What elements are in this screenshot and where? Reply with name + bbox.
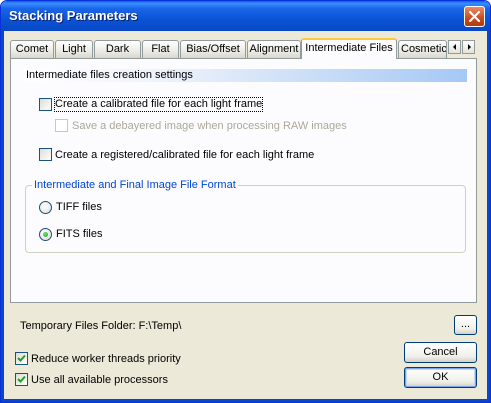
- window-frame-right: [487, 31, 490, 402]
- window-title: Stacking Parameters: [9, 8, 138, 23]
- tab-light[interactable]: Light: [55, 40, 93, 58]
- calibrated-file-checkbox[interactable]: [39, 98, 52, 111]
- section-header: Intermediate files creation settings: [24, 69, 467, 82]
- tab-cosmetic[interactable]: Cosmetic: [398, 40, 447, 58]
- tiff-label[interactable]: TIFF files: [56, 201, 102, 214]
- fits-radio[interactable]: [39, 228, 52, 241]
- use-all-processors-checkbox[interactable]: [15, 373, 28, 386]
- tab-scroll-right-button[interactable]: [462, 40, 475, 54]
- calibrated-file-label[interactable]: Create a calibrated file for each light …: [53, 97, 264, 112]
- file-format-groupbox: [25, 185, 466, 253]
- tab-intermediate-files[interactable]: Intermediate Files: [301, 38, 397, 59]
- cancel-button[interactable]: Cancel: [404, 342, 477, 363]
- tab-flat[interactable]: Flat: [142, 40, 179, 58]
- tab-scroll-left-button[interactable]: [448, 40, 461, 54]
- registered-file-checkbox[interactable]: [39, 148, 52, 161]
- debayered-checkbox: [55, 119, 68, 132]
- tab-dark[interactable]: Dark: [94, 40, 141, 58]
- registered-file-label[interactable]: Create a registered/calibrated file for …: [55, 149, 314, 162]
- close-button[interactable]: [464, 6, 485, 27]
- fits-label[interactable]: FITS files: [56, 228, 102, 241]
- reduce-priority-label[interactable]: Reduce worker threads priority: [31, 353, 181, 366]
- browse-folder-button[interactable]: ...: [454, 315, 477, 335]
- temp-folder-label: Temporary Files Folder: F:\Temp\: [20, 320, 182, 332]
- file-format-group-title: Intermediate and Final Image File Format: [32, 179, 238, 192]
- tab-bias-offset[interactable]: Bias/Offset: [180, 40, 246, 58]
- tab-comet[interactable]: Comet: [10, 40, 54, 58]
- checkmark-icon: [17, 375, 26, 383]
- use-all-processors-label[interactable]: Use all available processors: [31, 374, 168, 387]
- debayered-label: Save a debayered image when processing R…: [72, 120, 347, 132]
- reduce-priority-checkbox[interactable]: [15, 352, 28, 365]
- window-frame-bottom: [1, 399, 490, 402]
- arrow-left-icon: [453, 44, 456, 50]
- arrow-right-icon: [468, 44, 471, 50]
- tab-alignment[interactable]: Alignment: [247, 40, 301, 58]
- window-frame-left: [1, 31, 4, 402]
- stacking-parameters-dialog: Stacking Parameters Comet Light Dark Fla…: [0, 0, 491, 403]
- ok-button[interactable]: OK: [404, 367, 477, 388]
- tiff-radio[interactable]: [39, 201, 52, 214]
- radio-selected-dot: [43, 232, 48, 237]
- checkmark-icon: [17, 354, 26, 362]
- title-bar[interactable]: Stacking Parameters: [1, 1, 490, 31]
- close-icon: [468, 10, 481, 23]
